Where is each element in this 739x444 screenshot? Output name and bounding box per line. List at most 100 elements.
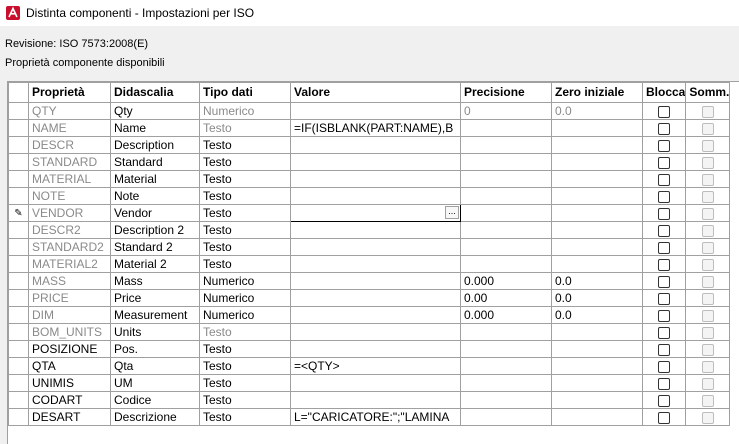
precision-cell[interactable] (460, 391, 552, 409)
data-type-cell[interactable]: Testo (199, 136, 291, 154)
column-header-valore[interactable]: Valore (290, 82, 461, 103)
leading-zero-cell[interactable]: 0.0 (551, 272, 643, 290)
leading-zero-cell[interactable] (551, 153, 643, 171)
table-row[interactable]: STANDARD2 Standard 2 Testo (8, 238, 731, 256)
table-row[interactable]: MATERIAL Material Testo (8, 170, 731, 188)
caption-cell[interactable]: Description (110, 136, 200, 154)
property-name-cell[interactable]: MATERIAL2 (28, 255, 111, 273)
value-cell[interactable] (290, 289, 461, 307)
lock-checkbox[interactable] (658, 105, 671, 118)
leading-zero-cell[interactable] (551, 136, 643, 154)
data-type-cell[interactable]: Testo (199, 187, 291, 205)
property-name-cell[interactable]: DESART (28, 408, 111, 426)
leading-zero-cell[interactable] (551, 323, 643, 341)
lock-checkbox[interactable] (658, 292, 671, 305)
row-selector[interactable] (8, 357, 29, 375)
precision-cell[interactable] (460, 221, 552, 239)
row-selector[interactable]: ✎ (8, 204, 29, 222)
leading-zero-cell[interactable]: 0.0 (551, 289, 643, 307)
value-cell[interactable] (290, 255, 461, 273)
caption-cell[interactable]: Measurement (110, 306, 200, 324)
lock-checkbox[interactable] (658, 224, 671, 237)
row-selector[interactable] (8, 323, 29, 341)
table-row[interactable]: POSIZIONE Pos. Testo (8, 340, 731, 358)
column-header-blocca[interactable]: Blocca (641, 82, 687, 103)
data-type-cell[interactable]: Testo (199, 323, 291, 341)
table-row[interactable]: DIM Measurement Numerico 0.000 0.0 (8, 306, 731, 324)
lock-checkbox[interactable] (658, 377, 671, 390)
lock-checkbox[interactable] (658, 139, 671, 152)
property-name-cell[interactable]: QTY (28, 102, 111, 120)
data-type-cell[interactable]: Numerico (199, 272, 291, 290)
precision-cell[interactable] (460, 187, 552, 205)
value-cell[interactable] (290, 340, 461, 358)
property-name-cell[interactable]: PRICE (28, 289, 111, 307)
data-type-cell[interactable]: Testo (199, 153, 291, 171)
row-selector[interactable] (8, 221, 29, 239)
lock-checkbox[interactable] (658, 326, 671, 339)
leading-zero-cell[interactable] (551, 187, 643, 205)
data-type-cell[interactable]: Testo (199, 255, 291, 273)
row-selector[interactable] (8, 391, 29, 409)
lock-checkbox[interactable] (658, 156, 671, 169)
precision-cell[interactable] (460, 323, 552, 341)
precision-cell[interactable] (460, 255, 552, 273)
caption-cell[interactable]: Name (110, 119, 200, 137)
row-selector[interactable] (8, 170, 29, 188)
leading-zero-cell[interactable] (551, 204, 643, 222)
row-selector[interactable] (8, 187, 29, 205)
row-selector[interactable] (8, 119, 29, 137)
caption-cell[interactable]: Price (110, 289, 200, 307)
column-header-didascalia[interactable]: Didascalia (110, 82, 200, 103)
leading-zero-cell[interactable] (551, 340, 643, 358)
data-type-cell[interactable]: Numerico (199, 289, 291, 307)
caption-cell[interactable]: Note (110, 187, 200, 205)
leading-zero-cell[interactable] (551, 391, 643, 409)
lock-checkbox[interactable] (658, 190, 671, 203)
value-cell[interactable] (290, 272, 461, 290)
leading-zero-cell[interactable] (551, 170, 643, 188)
property-name-cell[interactable]: DIM (28, 306, 111, 324)
leading-zero-cell[interactable]: 0.0 (551, 102, 643, 120)
precision-cell[interactable] (460, 374, 552, 392)
column-header-somm[interactable]: Somm. (685, 82, 731, 103)
lock-checkbox[interactable] (658, 275, 671, 288)
leading-zero-cell[interactable] (551, 221, 643, 239)
data-type-cell[interactable]: Testo (199, 340, 291, 358)
column-header-precisione[interactable]: Precisione (460, 82, 552, 103)
lock-checkbox[interactable] (658, 343, 671, 356)
leading-zero-cell[interactable] (551, 119, 643, 137)
precision-cell[interactable] (460, 204, 552, 222)
caption-cell[interactable]: Description 2 (110, 221, 200, 239)
row-selector[interactable] (8, 374, 29, 392)
data-type-cell[interactable]: Testo (199, 374, 291, 392)
data-type-cell[interactable]: Testo (199, 357, 291, 375)
ellipsis-button[interactable]: ... (445, 206, 459, 219)
lock-checkbox[interactable] (658, 360, 671, 373)
value-cell[interactable] (290, 153, 461, 171)
precision-cell[interactable] (460, 238, 552, 256)
table-row[interactable]: NAME Name Testo =IF(ISBLANK(PART:NAME),B (8, 119, 731, 137)
caption-cell[interactable]: Vendor (110, 204, 200, 222)
precision-cell[interactable]: 0.00 (460, 289, 552, 307)
value-cell[interactable]: L="CARICATORE:";"LAMINA (290, 408, 461, 426)
data-type-cell[interactable]: Testo (199, 170, 291, 188)
leading-zero-cell[interactable] (551, 374, 643, 392)
caption-cell[interactable]: Material (110, 170, 200, 188)
precision-cell[interactable]: 0.000 (460, 272, 552, 290)
table-row[interactable]: ✎ VENDOR Vendor Testo... (8, 204, 731, 222)
property-name-cell[interactable]: MATERIAL (28, 170, 111, 188)
table-row[interactable]: BOM_UNITS Units Testo (8, 323, 731, 341)
property-name-cell[interactable]: POSIZIONE (28, 340, 111, 358)
table-row[interactable]: PRICE Price Numerico 0.00 0.0 (8, 289, 731, 307)
column-header-tipo-dati[interactable]: Tipo dati (199, 82, 291, 103)
precision-cell[interactable] (460, 153, 552, 171)
lock-checkbox[interactable] (658, 241, 671, 254)
caption-cell[interactable]: Material 2 (110, 255, 200, 273)
data-type-cell[interactable]: Testo (199, 119, 291, 137)
row-selector[interactable] (8, 153, 29, 171)
table-row[interactable]: MATERIAL2 Material 2 Testo (8, 255, 731, 273)
precision-cell[interactable] (460, 170, 552, 188)
data-type-cell[interactable]: Testo (199, 204, 291, 222)
value-cell[interactable] (290, 238, 461, 256)
